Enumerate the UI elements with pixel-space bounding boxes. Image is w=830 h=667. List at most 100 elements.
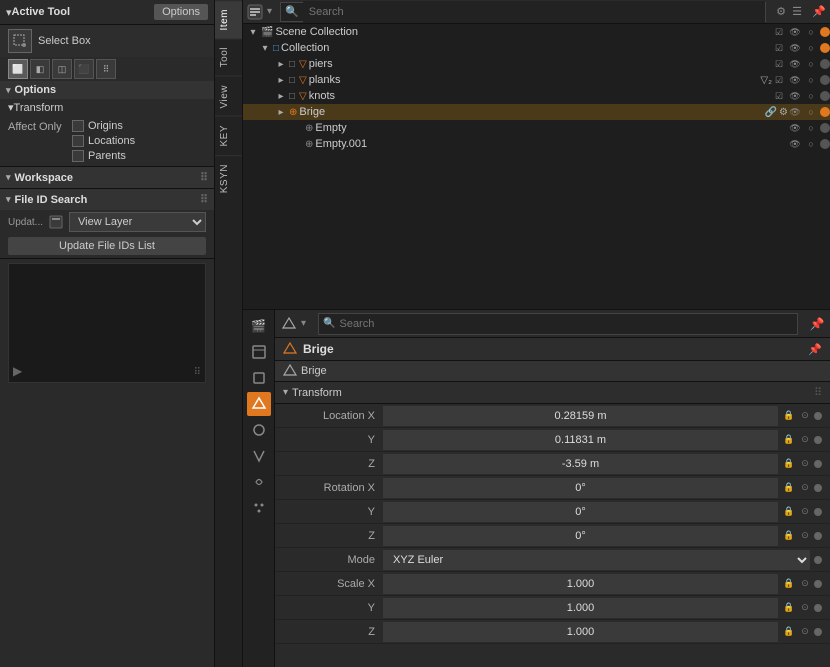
outliner-item-brige[interactable]: ▸ ⊕ Brige 🔗 ⚙ 👁 ○: [243, 104, 830, 120]
location-x-value[interactable]: [383, 406, 778, 426]
outliner-item-knots[interactable]: ▸ □ ▽ knots ☑ 👁 ○: [243, 88, 830, 104]
view-layer-select[interactable]: View Layer: [69, 212, 206, 232]
eye-icon-1[interactable]: 👁: [788, 25, 802, 39]
scale-x-lock[interactable]: 🔒: [782, 577, 796, 591]
location-y-lock[interactable]: 🔒: [782, 433, 796, 447]
scale-y-lock[interactable]: 🔒: [782, 601, 796, 615]
props-icon-renderlayer[interactable]: [247, 340, 271, 364]
rotation-y-value[interactable]: [383, 502, 778, 522]
rotation-y-driver[interactable]: ⊙: [798, 505, 812, 519]
planks-vis[interactable]: ☑: [772, 73, 786, 87]
scale-x-driver[interactable]: ⊙: [798, 577, 812, 591]
collection-row[interactable]: ▾ □ Collection ☑ 👁 ○: [243, 40, 830, 56]
locations-checkbox[interactable]: [72, 135, 84, 147]
transform-section-header[interactable]: ▾ Transform ⠿: [275, 382, 830, 404]
props-icon-object[interactable]: [247, 366, 271, 390]
transform-label: Transform: [14, 102, 64, 114]
scale-z-value[interactable]: [383, 622, 778, 642]
options-button[interactable]: Options: [154, 4, 208, 20]
rotation-x-lock[interactable]: 🔒: [782, 481, 796, 495]
location-y-driver[interactable]: ⊙: [798, 433, 812, 447]
rotation-z-lock[interactable]: 🔒: [782, 529, 796, 543]
planks-restrict[interactable]: ○: [804, 73, 818, 87]
brige-eye[interactable]: 👁: [788, 105, 802, 119]
title-pin-icon[interactable]: 📌: [808, 343, 822, 356]
options-header[interactable]: ▾ Options: [0, 81, 214, 99]
vtab-tool[interactable]: Tool: [215, 38, 242, 75]
piers-vis[interactable]: ☑: [772, 57, 786, 71]
transform-section: ▾ Transform ⠿ Location X 🔒 ⊙ Y: [275, 382, 830, 644]
play-button[interactable]: ▶: [13, 364, 22, 378]
rotation-z-driver[interactable]: ⊙: [798, 529, 812, 543]
scale-x-value[interactable]: [383, 574, 778, 594]
scale-y-driver[interactable]: ⊙: [798, 601, 812, 615]
eye-icon-2[interactable]: 👁: [788, 41, 802, 55]
props-icon-objectdata[interactable]: [247, 392, 271, 416]
knots-eye[interactable]: 👁: [788, 89, 802, 103]
restrict-icon-1[interactable]: ○: [804, 25, 818, 39]
tool-icon-3[interactable]: ⬛: [74, 59, 94, 79]
vis-icon-1[interactable]: ☑: [772, 25, 786, 39]
props-pin-icon[interactable]: 📌: [810, 317, 824, 331]
outliner-item-planks[interactable]: ▸ □ ▽ planks ▽₂ ☑ 👁 ○: [243, 72, 830, 88]
props-icon-constraints[interactable]: [247, 470, 271, 494]
props-icon-particles[interactable]: [247, 496, 271, 520]
vtab-view[interactable]: View: [215, 76, 242, 117]
outliner-display-icon[interactable]: ☰: [790, 5, 804, 19]
rotation-y-lock[interactable]: 🔒: [782, 505, 796, 519]
workspace-header[interactable]: ▾ Workspace ⠿: [0, 167, 214, 188]
location-z-value[interactable]: [383, 454, 778, 474]
vtab-ksyn[interactable]: KSYN: [215, 155, 242, 201]
outliner-mode-icon[interactable]: [247, 4, 263, 20]
piers-eye[interactable]: 👁: [788, 57, 802, 71]
location-z-lock[interactable]: 🔒: [782, 457, 796, 471]
restrict-icon-2[interactable]: ○: [804, 41, 818, 55]
props-mode-icon[interactable]: [281, 316, 297, 332]
scale-z-lock[interactable]: 🔒: [782, 625, 796, 639]
origins-checkbox[interactable]: [72, 120, 84, 132]
props-icon-material[interactable]: [247, 418, 271, 442]
empty-restrict[interactable]: ○: [804, 121, 818, 135]
props-icon-modifier[interactable]: [247, 444, 271, 468]
props-icon-scene[interactable]: 🎬: [247, 314, 271, 338]
workspace-dots: ⠿: [200, 171, 208, 184]
outliner-search-input[interactable]: [303, 1, 765, 23]
empty001-restrict[interactable]: ○: [804, 137, 818, 151]
tool-icon-4[interactable]: ⠿: [96, 59, 116, 79]
rotation-x-driver[interactable]: ⊙: [798, 481, 812, 495]
scale-z-driver[interactable]: ⊙: [798, 625, 812, 639]
outliner-item-empty[interactable]: ⊕ Empty 👁 ○: [243, 120, 830, 136]
location-x-driver[interactable]: ⊙: [798, 409, 812, 423]
rotation-z-value[interactable]: [383, 526, 778, 546]
tool-icon-2[interactable]: ◫: [52, 59, 72, 79]
empty-eye[interactable]: 👁: [788, 121, 802, 135]
location-x-lock[interactable]: 🔒: [782, 409, 796, 423]
fileid-header[interactable]: ▾ File ID Search ⠿: [0, 189, 214, 210]
props-search-input[interactable]: [339, 318, 797, 330]
empty001-eye[interactable]: 👁: [788, 137, 802, 151]
knots-vis[interactable]: ☑: [772, 89, 786, 103]
outliner-filter-icon[interactable]: ⚙: [774, 5, 788, 19]
properties-panel: 🎬: [243, 310, 830, 667]
brige-restrict[interactable]: ○: [804, 105, 818, 119]
outliner-item-piers[interactable]: ▸ □ ▽ piers ☑ 👁 ○: [243, 56, 830, 72]
outliner-item-empty001[interactable]: ⊕ Empty.001 👁 ○: [243, 136, 830, 152]
location-z-driver[interactable]: ⊙: [798, 457, 812, 471]
vtab-item[interactable]: Item: [215, 0, 242, 38]
tool-icon-0[interactable]: ⬜: [8, 59, 28, 79]
planks-eye[interactable]: 👁: [788, 73, 802, 87]
parents-checkbox[interactable]: [72, 150, 84, 162]
update-file-ids-button[interactable]: Update File IDs List: [8, 237, 206, 255]
transform-header[interactable]: ▾ Transform: [0, 99, 214, 116]
piers-restrict[interactable]: ○: [804, 57, 818, 71]
tool-icon-1[interactable]: ◧: [30, 59, 50, 79]
scene-collection-row[interactable]: ▾ 🎬 Scene Collection ☑ 👁 ○: [243, 24, 830, 40]
rotation-x-value[interactable]: [383, 478, 778, 498]
outliner-pin-icon[interactable]: 📌: [812, 5, 826, 19]
knots-restrict[interactable]: ○: [804, 89, 818, 103]
mode-select[interactable]: XYZ Euler: [383, 550, 810, 570]
location-y-value[interactable]: [383, 430, 778, 450]
vis-icon-2[interactable]: ☑: [772, 41, 786, 55]
vtab-key[interactable]: KEY: [215, 116, 242, 155]
scale-y-value[interactable]: [383, 598, 778, 618]
